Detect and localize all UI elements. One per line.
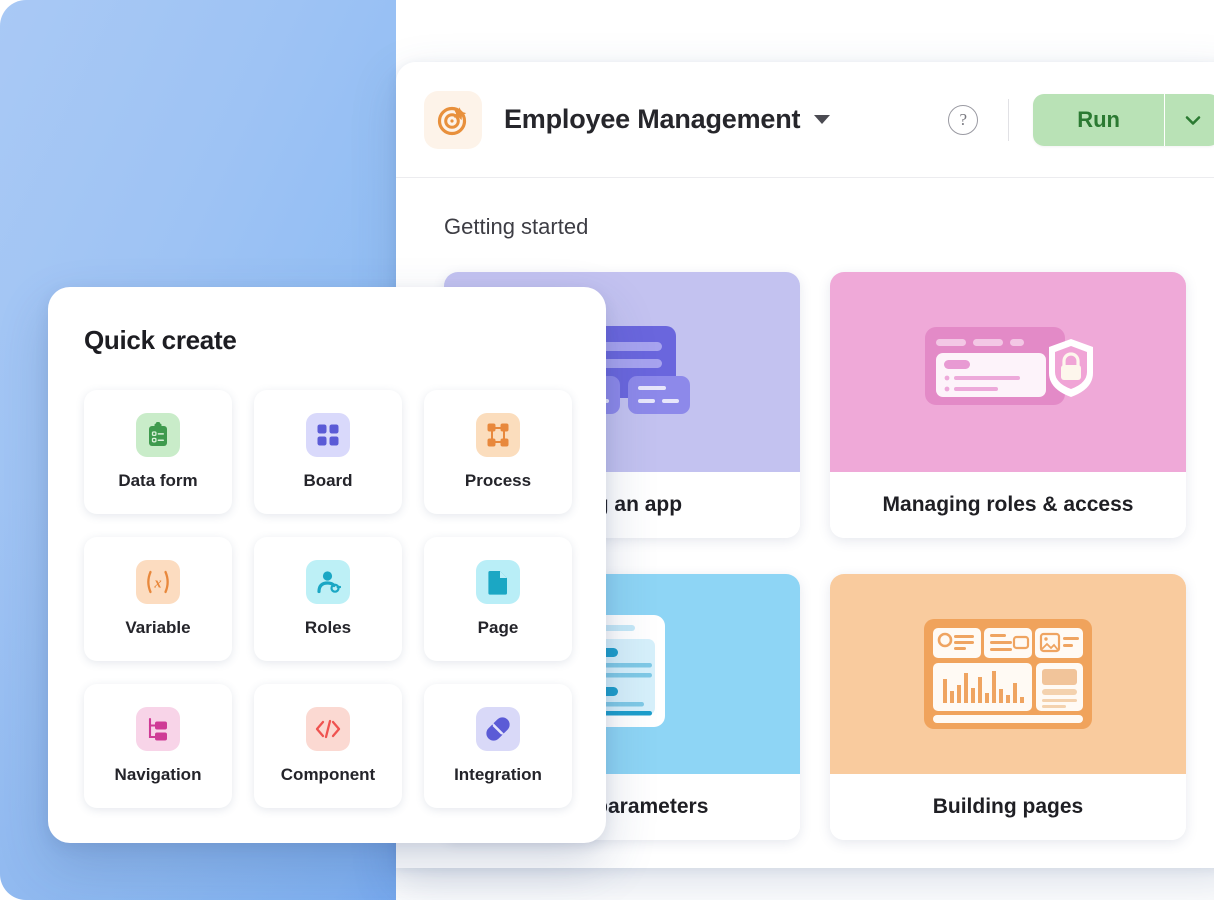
quick-create-item-component[interactable]: Component — [254, 684, 402, 808]
quick-create-label: Variable — [125, 618, 190, 638]
quick-create-label: Page — [478, 618, 519, 638]
quick-create-item-board[interactable]: Board — [254, 390, 402, 514]
quick-create-label: Integration — [454, 765, 542, 785]
tree-navigation-icon — [136, 707, 180, 751]
quick-create-item-process[interactable]: Process — [424, 390, 572, 514]
question-mark-circle-icon[interactable]: ? — [948, 105, 978, 135]
run-options-button[interactable] — [1164, 94, 1214, 146]
quick-create-label: Component — [281, 765, 375, 785]
quick-create-item-integration[interactable]: Integration — [424, 684, 572, 808]
getting-started-card[interactable]: Managing roles & access — [830, 272, 1186, 538]
quick-create-item-navigation[interactable]: Navigation — [84, 684, 232, 808]
nodes-flow-icon — [476, 413, 520, 457]
quick-create-panel: Quick create Data form — [48, 287, 606, 843]
card-label: Managing roles & access — [830, 472, 1186, 538]
svg-text:x: x — [153, 576, 161, 592]
panel-with-lock-shield-illustration — [830, 272, 1186, 472]
quick-create-title: Quick create — [84, 325, 570, 356]
getting-started-card[interactable]: Building pages — [830, 574, 1186, 840]
user-key-icon — [306, 560, 350, 604]
target-cursor-icon — [436, 103, 470, 137]
run-button-group: Run — [1033, 94, 1214, 146]
code-brackets-icon — [306, 707, 350, 751]
quick-create-item-variable[interactable]: x Variable — [84, 537, 232, 661]
quick-create-label: Board — [303, 471, 352, 491]
quick-create-item-roles[interactable]: Roles — [254, 537, 402, 661]
screenshot-root: Employee Management ? Run Getting starte… — [0, 0, 1214, 900]
quick-create-label: Navigation — [115, 765, 202, 785]
grid-four-squares-icon — [306, 413, 350, 457]
quick-create-label: Process — [465, 471, 531, 491]
chevron-down-icon — [1181, 108, 1205, 132]
plug-connector-icon — [476, 707, 520, 751]
run-button[interactable]: Run — [1033, 94, 1164, 146]
header-divider — [1008, 99, 1009, 141]
clipboard-checklist-icon — [136, 413, 180, 457]
page-title: Employee Management — [504, 104, 800, 135]
dashboard-layout-illustration — [830, 574, 1186, 774]
quick-create-item-page[interactable]: Page — [424, 537, 572, 661]
quick-create-label: Data form — [118, 471, 197, 491]
quick-create-item-data-form[interactable]: Data form — [84, 390, 232, 514]
caret-down-icon[interactable] — [814, 115, 830, 124]
quick-create-grid: Data form Board — [84, 390, 570, 808]
card-label: Building pages — [830, 774, 1186, 840]
quick-create-label: Roles — [305, 618, 351, 638]
variable-x-icon: x — [136, 560, 180, 604]
document-page-icon — [476, 560, 520, 604]
section-title: Getting started — [444, 214, 1202, 240]
app-header: Employee Management ? Run — [396, 62, 1214, 178]
app-icon — [424, 91, 482, 149]
